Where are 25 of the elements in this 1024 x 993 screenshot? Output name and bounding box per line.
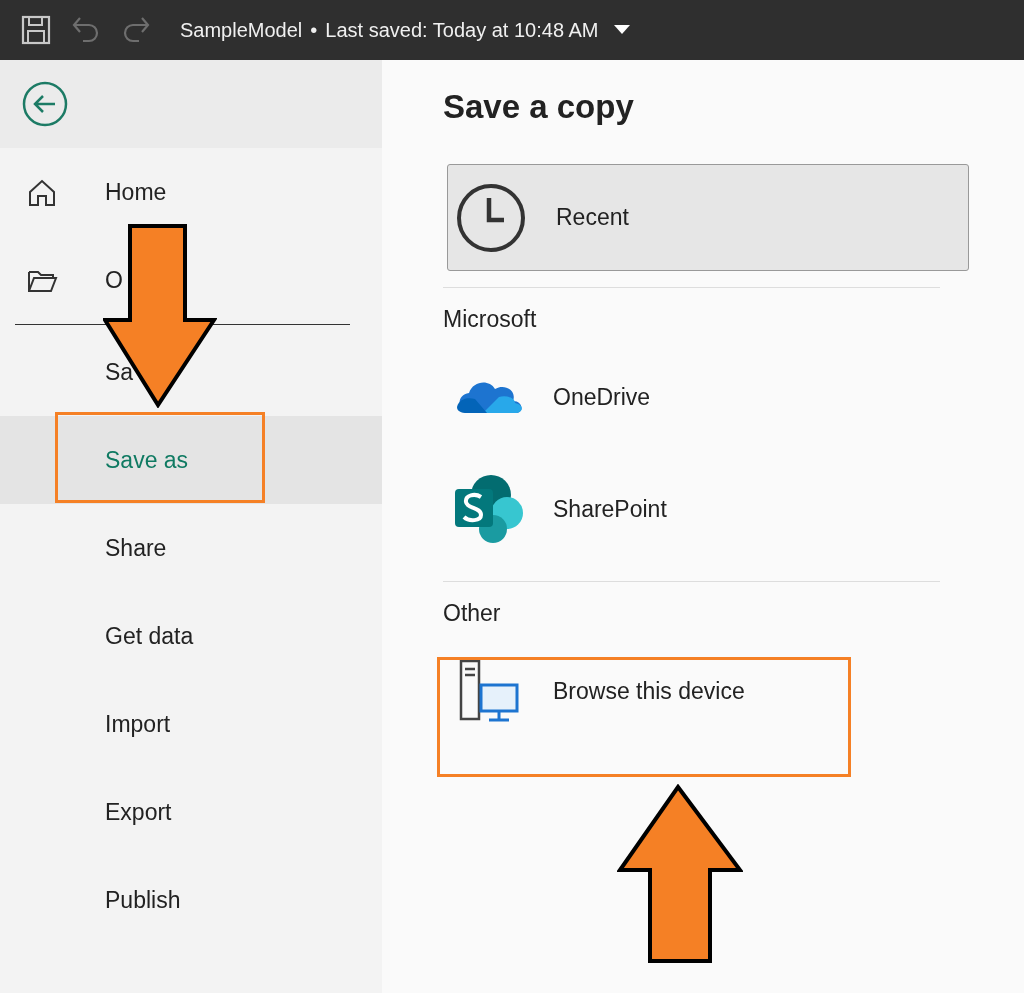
section-title: Microsoft xyxy=(443,306,537,333)
save-icon xyxy=(20,14,52,46)
caret-icon xyxy=(614,25,631,35)
clock-icon xyxy=(456,182,526,253)
nav-item[interactable]: Save as xyxy=(0,416,382,504)
nav-item[interactable]: Share xyxy=(0,504,382,592)
location-item[interactable]: Browse this device xyxy=(443,635,745,747)
section-title: Other xyxy=(443,600,501,627)
location-item[interactable]: SharePoint xyxy=(443,453,667,565)
back-button[interactable] xyxy=(22,81,68,127)
nav-item[interactable]: Sa xyxy=(0,328,382,416)
sharepoint-icon xyxy=(453,473,525,545)
nav-item[interactable]: Publish xyxy=(0,856,382,944)
save-status: Last saved: Today at 10:48 AM xyxy=(325,18,599,42)
nav-item[interactable]: Home xyxy=(0,148,382,236)
file-name: SampleModel xyxy=(180,18,303,42)
nav-item[interactable]: O xyxy=(0,236,382,324)
nav-item[interactable]: Get data xyxy=(0,592,382,680)
page-heading: Save a copy xyxy=(443,88,634,126)
location-item[interactable]: OneDrive xyxy=(443,341,651,453)
nav-item[interactable]: Import xyxy=(0,680,382,768)
nav-item[interactable]: Export xyxy=(0,768,382,856)
recent-button[interactable]: Recent xyxy=(447,164,969,271)
separator-dot: • xyxy=(310,18,318,42)
back-icon xyxy=(22,81,68,127)
